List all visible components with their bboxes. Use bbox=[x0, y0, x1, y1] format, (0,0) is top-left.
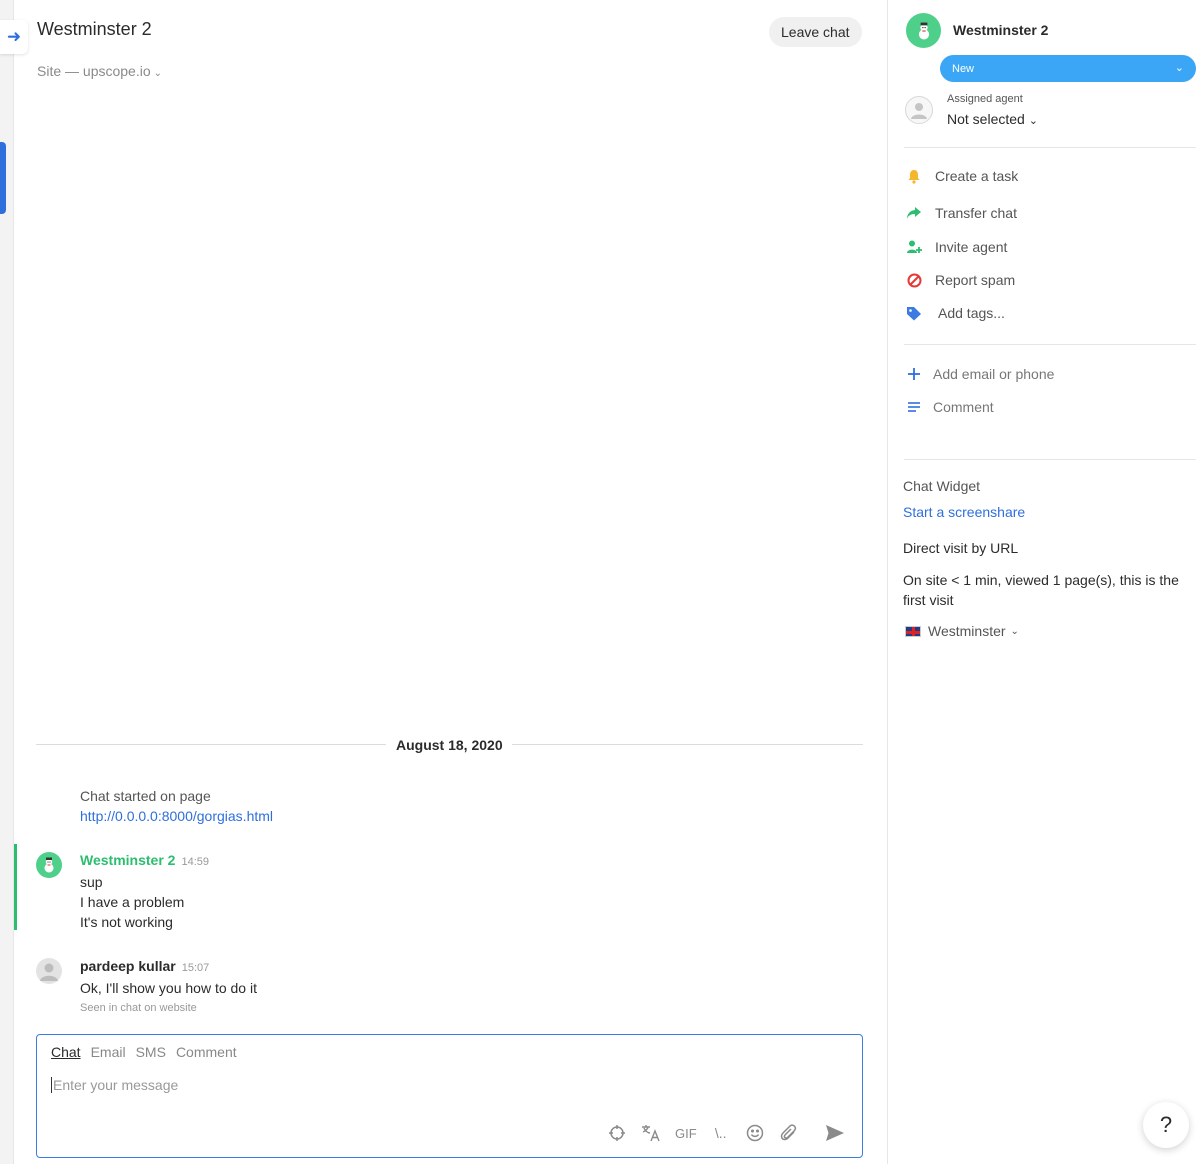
add-comment-action[interactable]: Comment bbox=[906, 399, 994, 415]
message-author: Westminster 2 14:59 bbox=[80, 852, 209, 868]
invite-agent-action[interactable]: Invite agent bbox=[906, 239, 1007, 255]
crosshair-icon[interactable] bbox=[607, 1123, 627, 1143]
expand-arrow-icon[interactable]: ➜ bbox=[0, 20, 28, 54]
visitor-avatar bbox=[906, 13, 941, 48]
divider-line bbox=[512, 744, 863, 745]
author-name: pardeep kullar bbox=[80, 958, 176, 974]
visit-source: Direct visit by URL bbox=[903, 540, 1019, 556]
message-body: Ok, I'll show you how to do it Seen in c… bbox=[80, 978, 257, 1018]
action-label: Create a task bbox=[935, 168, 1019, 184]
divider-line bbox=[36, 744, 386, 745]
uk-flag-icon bbox=[905, 625, 921, 637]
chat-started-note: Chat started on page http://0.0.0.0:8000… bbox=[80, 786, 273, 826]
section-divider bbox=[904, 459, 1196, 460]
message-line: Ok, I'll show you how to do it bbox=[80, 980, 257, 996]
chat-started-url[interactable]: http://0.0.0.0:8000/gorgias.html bbox=[80, 806, 273, 826]
tab-email[interactable]: Email bbox=[91, 1044, 126, 1060]
date-label: August 18, 2020 bbox=[396, 737, 503, 753]
composer-toolbar: GIF \.. bbox=[607, 1123, 845, 1143]
action-label: Invite agent bbox=[935, 239, 1008, 255]
action-label: Add email or phone bbox=[933, 366, 1055, 382]
block-icon bbox=[906, 272, 922, 288]
assigned-agent-label: Assigned agent bbox=[947, 93, 1023, 105]
composer-tabs: Chat Email SMS Comment bbox=[51, 1044, 237, 1060]
chat-title: Westminster 2 bbox=[37, 19, 152, 39]
snowman-icon bbox=[44, 857, 54, 873]
tab-chat[interactable]: Chat bbox=[51, 1044, 81, 1060]
share-arrow-icon bbox=[906, 205, 922, 221]
visitor-message-bar bbox=[14, 844, 17, 930]
plus-icon bbox=[906, 366, 922, 382]
add-user-icon bbox=[906, 239, 922, 255]
visitor-avatar bbox=[36, 852, 62, 878]
visit-info: On site < 1 min, viewed 1 page(s), this … bbox=[903, 572, 1179, 608]
tab-comment[interactable]: Comment bbox=[176, 1044, 237, 1060]
date-divider: August 18, 2020 bbox=[36, 736, 863, 754]
transfer-chat-action[interactable]: Transfer chat bbox=[906, 205, 1017, 221]
action-label: Comment bbox=[933, 399, 994, 415]
site-selector[interactable]: Site — upscope.io ⌄ bbox=[37, 63, 162, 79]
status-dropdown[interactable]: New ⌄ bbox=[940, 55, 1196, 82]
message-author: pardeep kullar 15:07 bbox=[80, 958, 209, 974]
user-icon bbox=[40, 963, 58, 981]
agent-avatar bbox=[36, 958, 62, 984]
chat-main: Westminster 2 Site — upscope.io ⌄ Leave c… bbox=[14, 0, 887, 1164]
gif-button[interactable]: GIF bbox=[675, 1123, 697, 1143]
add-email-phone-action[interactable]: Add email or phone bbox=[906, 366, 1054, 382]
send-icon[interactable] bbox=[825, 1123, 845, 1143]
message-time: 15:07 bbox=[181, 962, 210, 974]
visitor-name: Westminster 2 bbox=[953, 22, 1049, 38]
chat-started-text: Chat started on page bbox=[80, 788, 211, 804]
report-spam-action[interactable]: Report spam bbox=[906, 272, 1015, 288]
emoji-icon[interactable] bbox=[745, 1123, 765, 1143]
section-divider bbox=[904, 147, 1196, 148]
bell-icon bbox=[906, 168, 922, 184]
agent-avatar-placeholder bbox=[905, 96, 933, 124]
chevron-down-icon: ⌄ bbox=[153, 68, 163, 79]
status-label: New bbox=[952, 62, 975, 75]
tag-icon bbox=[906, 305, 922, 321]
assigned-agent-select[interactable]: Not selected ⌄ bbox=[947, 111, 1038, 127]
leave-chat-button[interactable]: Leave chat bbox=[769, 17, 862, 47]
shortcut-button[interactable]: \.. bbox=[711, 1123, 731, 1143]
snowman-icon bbox=[918, 22, 929, 39]
site-label: Site — upscope.io bbox=[37, 63, 151, 79]
action-label: Transfer chat bbox=[935, 205, 1017, 221]
message-line: sup bbox=[80, 874, 103, 890]
attachment-icon[interactable] bbox=[779, 1123, 799, 1143]
location-label: Westminster bbox=[928, 623, 1006, 639]
tab-sms[interactable]: SMS bbox=[136, 1044, 166, 1060]
assigned-agent-value: Not selected bbox=[947, 111, 1025, 127]
message-input[interactable] bbox=[51, 1077, 831, 1093]
user-icon bbox=[911, 103, 927, 119]
section-divider bbox=[904, 344, 1196, 345]
screenshare-link[interactable]: Start a screenshare bbox=[903, 504, 1025, 520]
widget-title: Chat Widget bbox=[903, 478, 981, 494]
visitor-panel: Westminster 2 New ⌄ Assigned agent Not s… bbox=[887, 0, 1200, 1164]
location-selector[interactable]: Westminster ⌄ bbox=[905, 623, 1019, 639]
action-label: Add tags... bbox=[938, 305, 1005, 321]
message-body: sup I have a problem It's not working bbox=[80, 872, 184, 932]
chevron-down-icon: ⌄ bbox=[1174, 62, 1184, 74]
left-edge-indicator bbox=[0, 142, 6, 214]
chevron-down-icon: ⌄ bbox=[1010, 625, 1019, 637]
create-task-action[interactable]: Create a task bbox=[906, 168, 1018, 184]
help-button[interactable]: ? bbox=[1143, 1102, 1189, 1148]
app-root: ➜ Westminster 2 Site — upscope.io ⌄ Leave… bbox=[0, 0, 1200, 1164]
message-line: I have a problem bbox=[80, 894, 185, 910]
comment-lines-icon bbox=[906, 399, 922, 415]
message-composer: Chat Email SMS Comment GIF \.. bbox=[36, 1034, 863, 1158]
author-name: Westminster 2 bbox=[80, 852, 176, 868]
message-line: It's not working bbox=[80, 914, 173, 930]
chevron-down-icon: ⌄ bbox=[1028, 115, 1038, 127]
add-tags-action[interactable]: Add tags... bbox=[906, 305, 1005, 321]
translate-icon[interactable] bbox=[641, 1123, 661, 1143]
message-time: 14:59 bbox=[181, 856, 209, 868]
action-label: Report spam bbox=[935, 272, 1016, 288]
seen-status: Seen in chat on website bbox=[80, 1002, 197, 1014]
